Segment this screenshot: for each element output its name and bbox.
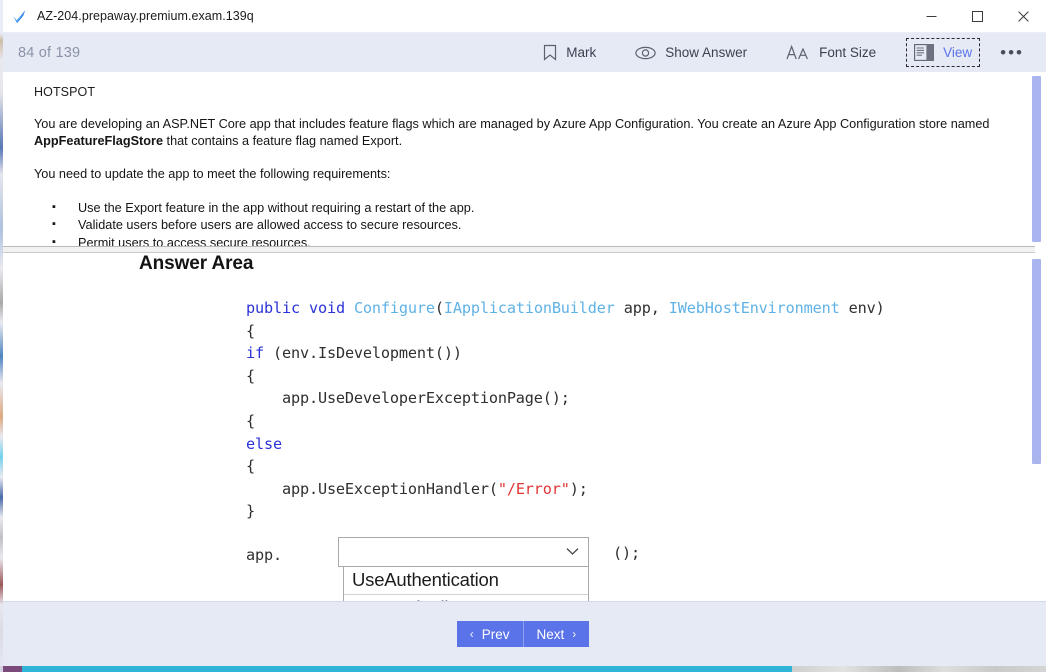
requirements-list: Use the Export feature in the app withou… — [34, 199, 1013, 246]
exam-app-window: AZ-204.prepaway.premium.exam.139q 84 of … — [0, 0, 1046, 672]
list-item: Validate users before users are allowed … — [52, 216, 1013, 235]
more-options-icon[interactable]: ••• — [994, 39, 1030, 66]
question-counter: 84 of 139 — [18, 44, 81, 61]
question-paragraph-1-part-b: that contains a feature flag named Expor… — [163, 133, 403, 148]
dropdown-option-useauthentication[interactable]: UseAuthentication — [343, 567, 588, 595]
taskbar-segment-right — [792, 666, 1046, 672]
prev-label: Prev — [481, 626, 510, 642]
show-answer-label: Show Answer — [665, 44, 748, 60]
minimize-icon[interactable] — [908, 0, 954, 33]
list-item: Use the Export feature in the app withou… — [52, 199, 1013, 218]
dropdown-suffix: (); — [612, 544, 640, 562]
question-type-tag: HOTSPOT — [34, 85, 96, 99]
list-item: Permit users to access secure resources. — [52, 234, 1013, 246]
font-size-button[interactable]: Font Size — [777, 39, 885, 66]
answer-pane: Answer Area public void Configure(IAppli… — [3, 253, 1035, 601]
answer-dropdown-row: app. UseAuthentication UseStaticFiles ()… — [246, 537, 640, 601]
taskbar-segment-left — [0, 666, 22, 672]
app-config-store-name: AppFeatureFlagStore — [34, 133, 164, 148]
more-options-label: ••• — [1000, 43, 1024, 62]
answer-area-title: Answer Area — [139, 253, 254, 274]
maximize-icon[interactable] — [954, 0, 1000, 33]
bookmark-icon — [543, 44, 557, 61]
question-content: HOTSPOT You are developing an ASP.NET Co… — [3, 72, 1035, 246]
dropdown-prefix: app. — [246, 546, 282, 564]
desktop-taskbar-strip — [0, 666, 1046, 672]
question-paragraph-1: You are developing an ASP.NET Core app t… — [34, 116, 1002, 149]
mark-button[interactable]: Mark — [534, 39, 605, 66]
answer-scrollbar[interactable] — [1032, 259, 1041, 464]
chevron-right-icon: › — [572, 627, 577, 641]
window-controls — [908, 0, 1046, 33]
nav-button-group: ‹ Prev Next › — [456, 621, 590, 647]
eye-icon — [635, 46, 656, 60]
reading-pane-icon — [914, 44, 935, 61]
method-dropdown[interactable]: UseAuthentication UseStaticFiles — [337, 537, 589, 601]
chevron-left-icon: ‹ — [469, 627, 474, 641]
prev-button[interactable]: ‹ Prev — [456, 621, 524, 647]
exam-toolbar: 84 of 139 Mark Show Answer Font Size Vie… — [0, 33, 1046, 72]
font-size-label: Font Size — [819, 44, 877, 60]
question-pane: HOTSPOT You are developing an ASP.NET Co… — [3, 72, 1035, 246]
next-button[interactable]: Next › — [523, 621, 590, 647]
taskbar-segment-active — [22, 666, 792, 672]
dropdown-options-list[interactable]: UseAuthentication UseStaticFiles — [342, 567, 589, 601]
question-paragraph-1-part-a: You are developing an ASP.NET Core app t… — [34, 117, 990, 131]
window-title: AZ-204.prepaway.premium.exam.139q — [37, 9, 254, 23]
view-label: View — [943, 44, 973, 60]
window-titlebar: AZ-204.prepaway.premium.exam.139q — [0, 0, 1046, 33]
pane-splitter[interactable] — [3, 246, 1035, 253]
question-scrollbar[interactable] — [1032, 76, 1041, 242]
dropdown-closed-value[interactable] — [337, 537, 589, 567]
font-size-icon — [786, 44, 810, 61]
view-button[interactable]: View — [906, 38, 981, 67]
mark-label: Mark — [566, 44, 597, 60]
close-icon[interactable] — [1000, 0, 1046, 33]
code-snippet: public void Configure(IApplicationBuilde… — [246, 299, 885, 521]
next-label: Next — [536, 626, 565, 642]
question-paragraph-2: You need to update the app to meet the f… — [34, 167, 391, 182]
blue-checkmark-icon — [11, 8, 28, 25]
show-answer-button[interactable]: Show Answer — [626, 39, 756, 66]
chevron-down-icon — [566, 543, 579, 561]
navigation-footer: ‹ Prev Next › — [0, 601, 1046, 666]
